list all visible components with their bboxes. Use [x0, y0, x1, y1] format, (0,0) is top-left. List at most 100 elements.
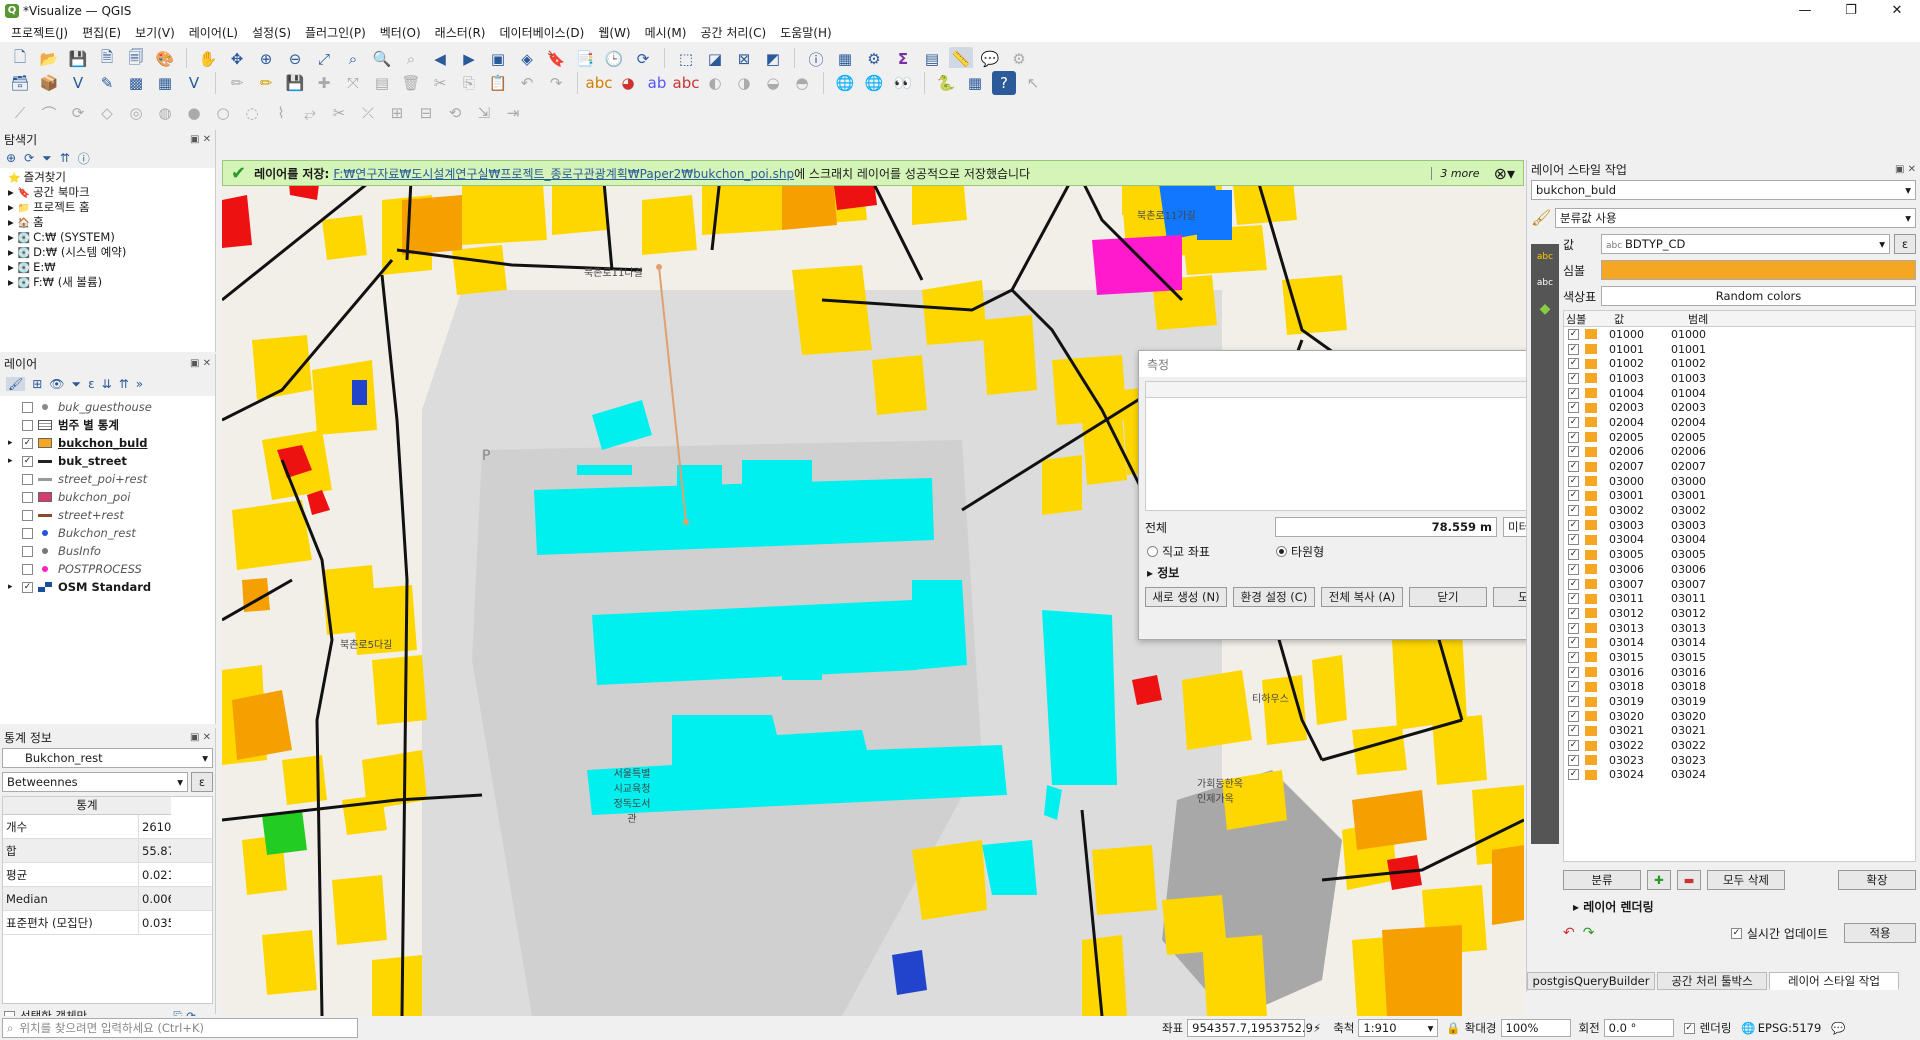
category-swatch[interactable] [1585, 593, 1597, 604]
edit-pencil-icon[interactable]: ✏ [225, 71, 249, 95]
collapse-all-layers-icon[interactable]: ⇈ [119, 377, 129, 391]
ellipsoidal-radio[interactable] [1276, 546, 1287, 557]
category-row[interactable]: ✓ 02007 02007 [1564, 459, 1915, 474]
3d-tab-icon[interactable]: ◆ [1531, 296, 1559, 322]
tab-postgis-query[interactable]: postgisQueryBuilder [1527, 972, 1655, 990]
category-checkbox[interactable]: ✓ [1568, 725, 1579, 737]
category-checkbox[interactable]: ✓ [1568, 431, 1579, 443]
undo-style-icon[interactable]: ↶ [1563, 925, 1575, 941]
category-swatch[interactable] [1585, 711, 1597, 722]
labels-tab-icon[interactable]: abc [1531, 244, 1559, 270]
category-swatch[interactable] [1585, 608, 1597, 619]
save-edits-icon[interactable]: 💾 [283, 71, 307, 95]
layer-visibility-checkbox[interactable]: ✓ [22, 455, 33, 467]
category-swatch[interactable] [1585, 534, 1597, 545]
rotate-label-icon[interactable]: ◒ [761, 71, 785, 95]
layer-render-section[interactable]: ▸ 레이어 렌더링 [1573, 898, 1920, 915]
category-checkbox[interactable]: ✓ [1568, 710, 1579, 722]
category-checkbox[interactable]: ✓ [1568, 666, 1579, 678]
menu-item[interactable]: 벡터(O) [373, 24, 428, 41]
delete-all-button[interactable]: 모두 삭제 [1707, 870, 1785, 890]
category-checkbox[interactable]: ✓ [1568, 475, 1579, 487]
show-hide-label-icon[interactable]: ◐ [703, 71, 727, 95]
stats-field-select[interactable]: Betweennes ▾ [2, 772, 188, 792]
tab-processing-toolbox[interactable]: 공간 처리 툴박스 [1657, 972, 1767, 990]
category-row[interactable]: ✓ 03002 03002 [1564, 503, 1915, 518]
category-checkbox[interactable]: ✓ [1568, 696, 1579, 708]
layer-item[interactable]: buk_guesthouse [8, 398, 215, 416]
merge-features-icon[interactable]: ⊞ [385, 101, 409, 125]
globe-search-icon[interactable]: 🌐 [862, 71, 886, 95]
locator-search-input[interactable]: ⌕ 위치를 찾으려면 입력하세요 (Ctrl+K) [2, 1018, 358, 1038]
category-checkbox[interactable]: ✓ [1568, 637, 1579, 649]
paste-icon[interactable]: 📋 [486, 71, 510, 95]
category-row[interactable]: ✓ 03015 03015 [1564, 650, 1915, 665]
category-checkbox[interactable]: ✓ [1568, 622, 1579, 634]
category-swatch[interactable] [1585, 446, 1597, 457]
category-checkbox[interactable]: ✓ [1568, 387, 1579, 399]
crs-label[interactable]: EPSG:5179 [1758, 1021, 1822, 1035]
category-swatch[interactable] [1585, 755, 1597, 766]
expand-arrow-icon[interactable]: ▸ [8, 456, 22, 466]
layer-visibility-checkbox[interactable] [22, 401, 33, 413]
category-swatch[interactable] [1585, 681, 1597, 692]
brush-icon[interactable]: 🖌 [1531, 208, 1555, 228]
merge-attr-icon[interactable]: ⊟ [414, 101, 438, 125]
category-checkbox[interactable]: ✓ [1568, 461, 1579, 473]
add-wms-icon[interactable]: V [182, 71, 206, 95]
rotate-symbols-icon[interactable]: ⟲ [443, 101, 467, 125]
category-row[interactable]: ✓ 03019 03019 [1564, 694, 1915, 709]
category-checkbox[interactable]: ✓ [1568, 651, 1579, 663]
message-path-link[interactable]: F:₩연구자료₩도시설계연구실₩프로젝트_종로구관광계획₩Paper2₩bukc… [333, 165, 794, 182]
fill-ring-icon[interactable]: ● [182, 101, 206, 125]
category-row[interactable]: ✓ 03000 03000 [1564, 474, 1915, 489]
style-layer-select[interactable]: bukchon_buld ▾ [1531, 180, 1916, 200]
category-swatch[interactable] [1585, 769, 1597, 780]
layer-visibility-checkbox[interactable] [22, 527, 33, 539]
category-row[interactable]: ✓ 03014 03014 [1564, 635, 1915, 650]
tab-layer-styling[interactable]: 레이어 스타일 작업 [1769, 972, 1899, 990]
category-checkbox[interactable]: ✓ [1568, 402, 1579, 414]
split-features-icon[interactable]: ✂ [327, 101, 351, 125]
category-row[interactable]: ✓ 02006 02006 [1564, 445, 1915, 460]
category-swatch[interactable] [1585, 579, 1597, 590]
category-checkbox[interactable]: ✓ [1568, 328, 1579, 340]
menu-item[interactable]: 데이터베이스(D) [492, 24, 591, 41]
category-checkbox[interactable]: ✓ [1568, 490, 1579, 502]
info-section[interactable]: ▸ 정보 [1147, 564, 1591, 581]
layer-item[interactable]: ▸ ✓ buk_street [8, 452, 215, 470]
stats-row[interactable]: 개수 2610 [3, 815, 212, 839]
category-row[interactable]: ✓ 03016 03016 [1564, 665, 1915, 680]
new-geopackage-icon[interactable]: 📦 [37, 71, 61, 95]
panel-close-icon[interactable]: ▣ ✕ [1895, 164, 1920, 175]
browser-item[interactable]: ▸ 🏠 홈 [8, 215, 215, 230]
layer-visibility-checkbox[interactable] [22, 491, 33, 503]
stats-row[interactable]: 평균0.021 [3, 863, 212, 887]
panel-close-icon[interactable]: ▣ ✕ [190, 134, 215, 145]
category-checkbox[interactable]: ✓ [1568, 343, 1579, 355]
delete-feature-icon[interactable]: 🗑 [399, 71, 423, 95]
category-row[interactable]: ✓ 03006 03006 [1564, 562, 1915, 577]
browser-item[interactable]: ▸ 💽 E:₩ [8, 260, 215, 275]
category-row[interactable]: ✓ 01003 01003 [1564, 371, 1915, 386]
move-label-icon[interactable]: ◑ [732, 71, 756, 95]
layer-item[interactable]: ▸ ✓ bukchon_buld [8, 434, 215, 452]
measure-settings-button[interactable]: 환경 설정 (C) [1233, 587, 1315, 607]
category-row[interactable]: ✓ 03001 03001 [1564, 489, 1915, 504]
reshape-icon[interactable]: ⌇ [269, 101, 293, 125]
browser-item[interactable]: ▸ 🔖 공간 북마크 [8, 185, 215, 200]
category-swatch[interactable] [1585, 476, 1597, 487]
expand-arrow-icon[interactable]: ▸ [8, 582, 22, 592]
redo-icon[interactable]: ↷ [544, 71, 568, 95]
category-checkbox[interactable]: ✓ [1568, 358, 1579, 370]
cut-icon[interactable]: ✂ [428, 71, 452, 95]
category-swatch[interactable] [1585, 490, 1597, 501]
menu-item[interactable]: 설정(S) [245, 24, 298, 41]
category-row[interactable]: ✓ 03004 03004 [1564, 533, 1915, 548]
trim-extend-icon[interactable]: ⇥ [501, 101, 525, 125]
category-checkbox[interactable]: ✓ [1568, 505, 1579, 517]
category-row[interactable]: ✓ 01004 01004 [1564, 386, 1915, 401]
add-ring-icon[interactable]: ◎ [124, 101, 148, 125]
layer-item[interactable]: street_poi+rest [8, 470, 215, 488]
message-more[interactable]: 3 more [1431, 166, 1480, 180]
